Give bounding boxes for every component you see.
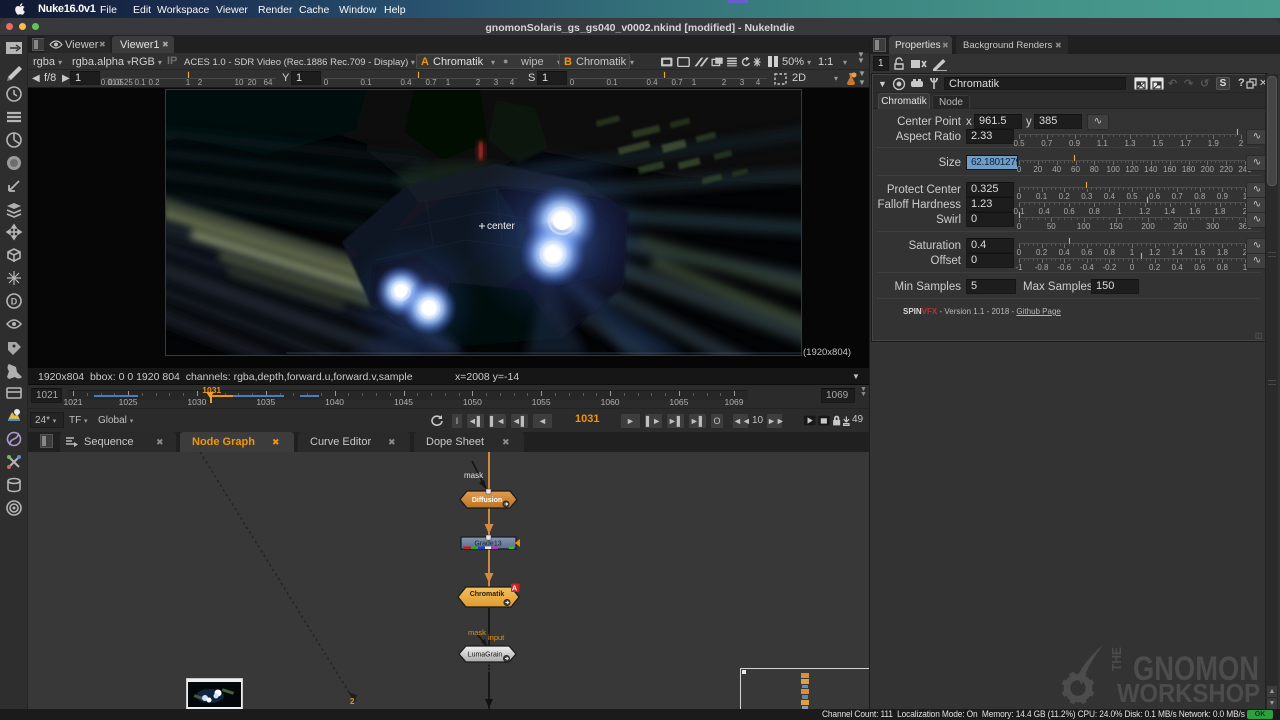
- svg-text:Grade13: Grade13: [474, 541, 501, 548]
- svg-text:mask: mask: [464, 471, 484, 480]
- svg-text:A: A: [512, 584, 518, 593]
- svg-text:Diffusion: Diffusion: [472, 497, 502, 504]
- svg-text:input: input: [488, 633, 505, 642]
- svg-text:D: D: [11, 297, 18, 307]
- svg-text:WORKSHOP: WORKSHOP: [1117, 680, 1260, 708]
- svg-text:LumaGrain: LumaGrain: [468, 652, 503, 659]
- svg-text:mask: mask: [468, 628, 486, 637]
- svg-text:THE: THE: [1109, 647, 1124, 671]
- svg-text:2: 2: [350, 697, 355, 706]
- svg-text:Chromatik: Chromatik: [470, 591, 505, 598]
- svg-text:center: center: [487, 221, 515, 232]
